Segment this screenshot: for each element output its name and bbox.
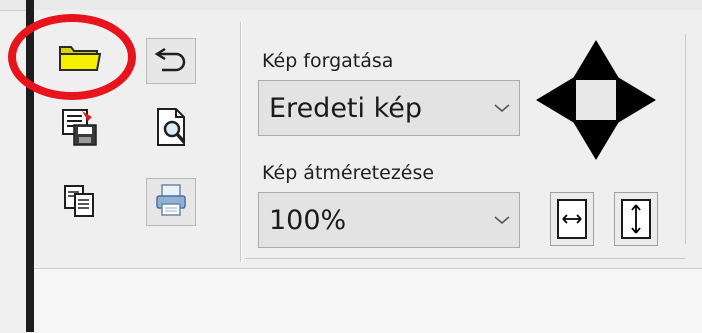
save-button[interactable] xyxy=(56,106,104,152)
print-button[interactable] xyxy=(146,178,196,226)
undo-arrow-icon xyxy=(154,42,188,80)
preview-button[interactable] xyxy=(148,106,196,152)
group-separator xyxy=(685,34,686,244)
fit-height-button[interactable] xyxy=(614,192,658,246)
rotation-select[interactable]: Eredeti kép xyxy=(258,80,520,136)
dpad-center xyxy=(574,80,618,120)
rotation-select-value: Eredeti kép xyxy=(269,92,423,124)
content-pane xyxy=(34,268,702,333)
print-icon xyxy=(153,182,189,222)
fit-height-icon xyxy=(621,199,651,239)
copy-icon xyxy=(60,181,100,225)
resize-select[interactable]: 100% xyxy=(258,192,520,248)
rotation-direction-pad xyxy=(534,38,658,162)
copy-button[interactable] xyxy=(56,180,104,226)
group-separator xyxy=(240,22,241,262)
rotation-label: Kép forgatása xyxy=(262,50,394,72)
rotate-right-button[interactable] xyxy=(614,74,658,130)
fit-width-icon xyxy=(557,199,587,239)
chevron-down-icon xyxy=(485,193,519,247)
highlight-ring xyxy=(8,14,136,100)
undo-button[interactable] xyxy=(146,38,196,84)
group-separator xyxy=(245,258,685,259)
resize-label: Kép átméretezése xyxy=(262,162,435,184)
fit-width-button[interactable] xyxy=(550,192,594,246)
chevron-down-icon xyxy=(485,81,519,135)
resize-select-value: 100% xyxy=(269,204,347,236)
save-disk-icon xyxy=(58,105,102,153)
rotate-left-button[interactable] xyxy=(534,74,578,130)
print-preview-icon xyxy=(150,105,194,153)
